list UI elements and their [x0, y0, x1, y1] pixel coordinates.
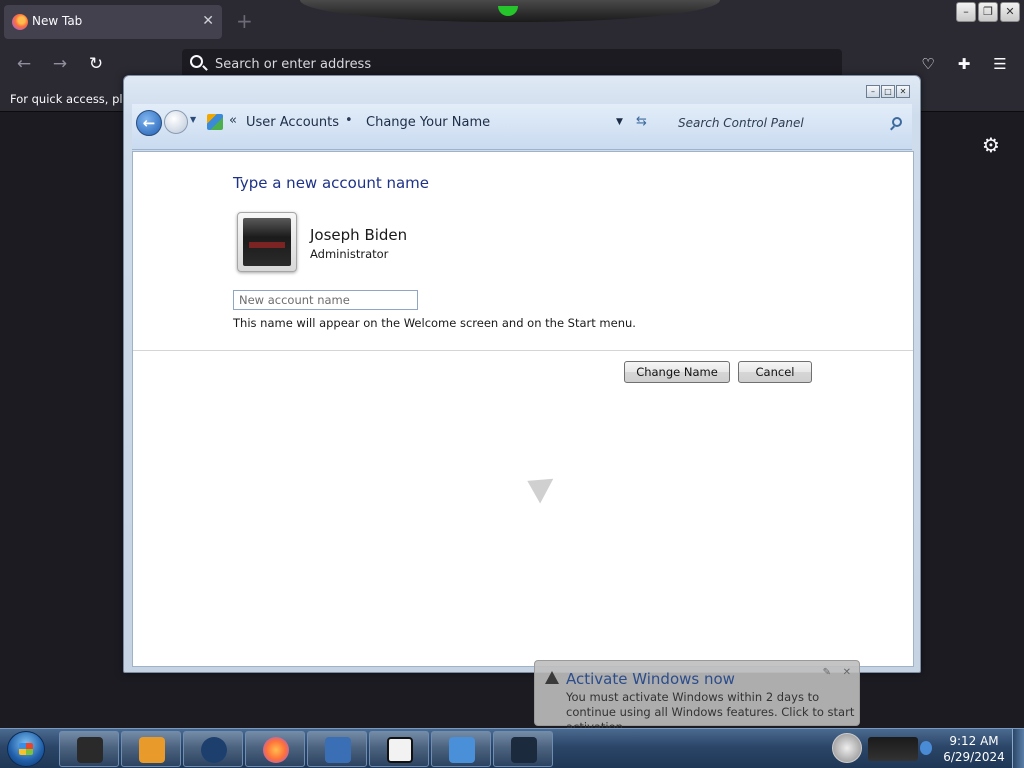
reload-icon[interactable]: ↻ [84, 52, 108, 76]
address-dropdown-icon[interactable]: ▼ [616, 117, 623, 127]
recent-pages-dropdown-icon[interactable]: ▼ [190, 115, 196, 124]
pocket-icon[interactable]: ♡ [916, 52, 940, 76]
browser-window-controls: – ❐ ✕ [956, 2, 1020, 22]
close-button[interactable]: ✕ [1000, 2, 1020, 22]
user-role: Administrator [310, 247, 389, 261]
name-hint: This name will appear on the Welcome scr… [233, 316, 636, 330]
win10-icon [449, 737, 475, 763]
control-panel-icon [207, 114, 223, 130]
media-player-icon [139, 737, 165, 763]
page-title: Type a new account name [233, 174, 430, 192]
address-placeholder: Search or enter address [215, 57, 372, 72]
maximize-button[interactable]: □ [881, 85, 895, 98]
divider [133, 350, 913, 351]
gear-icon[interactable]: ⚙ [982, 133, 1000, 157]
bookmarks-hint: For quick access, plac [10, 92, 136, 106]
breadcrumb-user-accounts[interactable]: User Accounts [246, 115, 339, 130]
minimize-button[interactable]: – [956, 2, 976, 22]
tray-clock-app-icon[interactable] [832, 733, 862, 763]
search-icon [190, 55, 203, 68]
back-arrow-icon[interactable]: ← [12, 52, 36, 76]
activation-notification[interactable]: ✎ ✕ Activate Windows now You must activa… [534, 660, 860, 734]
tray-network-icon[interactable] [920, 741, 932, 755]
forward-button[interactable] [164, 110, 188, 134]
globe-icon [201, 737, 227, 763]
search-control-panel-field[interactable]: Search Control Panel [672, 111, 908, 135]
wallpaper-accent [498, 6, 518, 16]
search-icon[interactable] [892, 117, 902, 127]
pin-icon[interactable]: ✎ [823, 667, 831, 678]
firefox-icon [12, 14, 28, 30]
taskbar-app-7zip[interactable] [369, 731, 429, 767]
taskbar-app-win10[interactable] [431, 731, 491, 767]
taskbar-app-vm[interactable] [59, 731, 119, 767]
tab-title: New Tab [32, 14, 83, 28]
refresh-icon[interactable]: ⇆ [636, 114, 647, 129]
cancel-button[interactable]: Cancel [738, 361, 812, 383]
breadcrumb-change-your-name[interactable]: Change Your Name [366, 115, 490, 130]
close-button[interactable]: ✕ [896, 85, 910, 98]
window-controls: – □ ✕ [866, 85, 910, 98]
new-tab-button[interactable]: + [236, 10, 253, 32]
browser-title-bar: New Tab ✕ + – ❐ ✕ [0, 0, 1024, 44]
taskbar-app-virtualbox[interactable] [307, 731, 367, 767]
control-panel-window: – □ ✕ ← ▼ « User Accounts • Change Your … [123, 75, 921, 673]
taskbar: 9:12 AM 6/29/2024 [0, 728, 1024, 768]
clock[interactable]: 9:12 AM 6/29/2024 [938, 733, 1010, 765]
breadcrumb-separator[interactable]: • [345, 113, 353, 128]
back-button[interactable]: ← [136, 110, 162, 136]
show-desktop-button[interactable] [1012, 729, 1024, 768]
taskbar-app-firefox[interactable] [245, 731, 305, 767]
extensions-icon[interactable]: ✚ [952, 52, 976, 76]
navigation-bar: ← ▼ « User Accounts • Change Your Name ▼… [132, 104, 912, 150]
desktop-wallpaper [300, 0, 720, 22]
breadcrumb-overflow[interactable]: « [229, 113, 237, 128]
taskbar-app-browser[interactable] [183, 731, 243, 767]
vm-box-icon [77, 737, 103, 763]
start-button[interactable] [7, 731, 45, 767]
browser-tab[interactable]: New Tab ✕ [4, 5, 222, 39]
restore-button[interactable]: ❐ [978, 2, 998, 22]
taskbar-app-display[interactable] [493, 731, 553, 767]
warning-icon [545, 671, 559, 684]
user-name: Joseph Biden [310, 226, 408, 244]
content-pane: Type a new account name Joseph Biden Adm… [132, 151, 914, 667]
user-avatar [237, 212, 297, 272]
hamburger-menu-icon[interactable]: ☰ [988, 52, 1012, 76]
tray-device-icon[interactable] [868, 737, 918, 761]
close-icon[interactable]: ✕ [843, 667, 851, 678]
display-icon [511, 737, 537, 763]
forward-arrow-icon[interactable]: → [48, 52, 72, 76]
7zip-icon [387, 737, 413, 763]
minimize-button[interactable]: – [866, 85, 880, 98]
avatar-picture [243, 218, 291, 266]
change-name-button[interactable]: Change Name [624, 361, 730, 383]
taskbar-app-media-player[interactable] [121, 731, 181, 767]
close-tab-icon[interactable]: ✕ [202, 12, 214, 30]
new-account-name-input[interactable] [233, 290, 418, 310]
virtualbox-icon [325, 737, 351, 763]
clock-date: 6/29/2024 [943, 750, 1005, 764]
activation-title: Activate Windows now [566, 670, 735, 688]
firefox-icon [263, 737, 289, 763]
search-placeholder: Search Control Panel [678, 116, 804, 130]
system-tray [830, 731, 934, 767]
clock-time: 9:12 AM [949, 734, 999, 748]
